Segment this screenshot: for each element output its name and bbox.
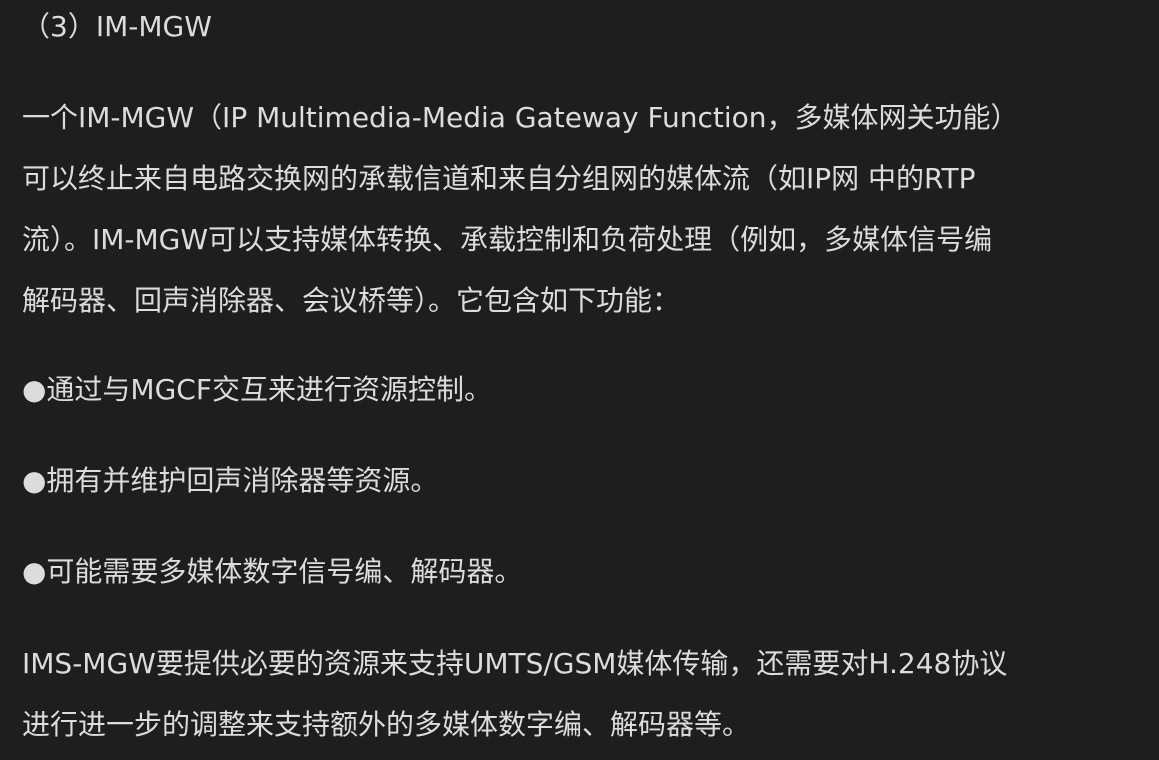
paragraph-line: 解码器、回声消除器、会议桥等）。它包含如下功能：: [22, 284, 681, 317]
bullet-item-codec: ●可能需要多媒体数字信号编、解码器。: [22, 555, 523, 588]
intro-paragraph: 一个IM-MGW（IP Multimedia-Media Gateway Fun…: [22, 87, 1132, 331]
paragraph-line: IMS-MGW要提供必要的资源来支持UMTS/GSM媒体传输，还需要对H.248…: [22, 647, 1008, 680]
paragraph-line: 一个IM-MGW（IP Multimedia-Media Gateway Fun…: [22, 101, 1019, 134]
section-heading: （3）IM-MGW: [22, 10, 212, 43]
bullet-item-echo-canceller: ●拥有并维护回声消除器等资源。: [22, 464, 439, 497]
paragraph-line: 流）。IM-MGW可以支持媒体转换、承载控制和负荷处理（例如，多媒体信号编: [22, 223, 993, 256]
bullet-item-resource-control: ●通过与MGCF交互来进行资源控制。: [22, 373, 492, 406]
closing-paragraph: IMS-MGW要提供必要的资源来支持UMTS/GSM媒体传输，还需要对H.248…: [22, 633, 1132, 755]
paragraph-line: 进行进一步的调整来支持额外的多媒体数字编、解码器等。: [22, 708, 751, 741]
paragraph-line: 可以终止来自电路交换网的承载信道和来自分组网的媒体流（如IP网 中的RTP: [22, 162, 976, 195]
